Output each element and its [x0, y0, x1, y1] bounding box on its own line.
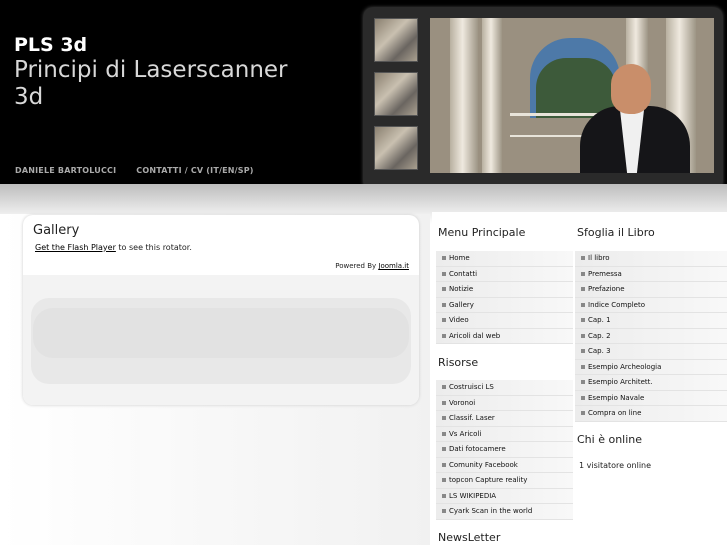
menu-item[interactable]: Classif. Laser: [436, 411, 573, 427]
menu-item[interactable]: Video: [436, 313, 573, 329]
bullet-icon: [442, 400, 446, 405]
menu-item[interactable]: Aricoli dal web: [436, 328, 573, 344]
menu-principale-list: Home Contatti Notizie Gallery Video Aric…: [436, 251, 573, 344]
newsletter-title: NewsLetter: [438, 531, 501, 544]
gallery-module: Gallery Get the Flash Player to see this…: [23, 215, 419, 405]
bullet-icon: [581, 411, 585, 416]
menu-item[interactable]: Indice Completo: [575, 297, 727, 313]
banner-thumbnail[interactable]: [374, 126, 418, 170]
menu-item[interactable]: Cap. 1: [575, 313, 727, 329]
banner-photo: [430, 18, 714, 173]
bullet-icon: [581, 333, 585, 338]
bullet-icon: [442, 318, 446, 323]
menu-item[interactable]: Esempio Navale: [575, 390, 727, 406]
flash-notice: Get the Flash Player to see this rotator…: [35, 243, 192, 252]
bullet-icon: [442, 462, 446, 467]
menu-item[interactable]: Esempio Architett.: [575, 375, 727, 391]
bullet-icon: [581, 302, 585, 307]
bullet-icon: [581, 395, 585, 400]
site-subtitle: Principi di Laserscanner 3d: [14, 57, 288, 110]
banner-thumbnail[interactable]: [374, 18, 418, 62]
menu-item[interactable]: Gallery: [436, 297, 573, 313]
powered-by-text: Powered By: [335, 262, 379, 270]
top-nav: DANIELE BARTOLUCCI CONTATTI / CV (IT/EN/…: [15, 166, 254, 175]
menu-item[interactable]: Comunity Facebook: [436, 457, 573, 473]
menu-item[interactable]: Cyark Scan in the world: [436, 504, 573, 520]
bullet-icon: [581, 349, 585, 354]
bullet-icon: [442, 385, 446, 390]
bullet-icon: [581, 271, 585, 276]
bullet-icon: [442, 256, 446, 261]
sfoglia-title: Sfoglia il Libro: [577, 226, 655, 239]
bullet-icon: [442, 271, 446, 276]
bullet-icon: [442, 431, 446, 436]
online-title: Chi è online: [577, 433, 643, 446]
sfoglia-list: Il libro Premessa Prefazione Indice Comp…: [575, 251, 727, 422]
menu-item[interactable]: topcon Capture reality: [436, 473, 573, 489]
bullet-icon: [442, 302, 446, 307]
menu-item[interactable]: Prefazione: [575, 282, 727, 298]
risorse-title: Risorse: [438, 356, 479, 369]
menu-item[interactable]: Il libro: [575, 251, 727, 267]
banner-thumbnail[interactable]: [374, 72, 418, 116]
bullet-icon: [442, 333, 446, 338]
bullet-icon: [442, 478, 446, 483]
menu-item[interactable]: Dati fotocamere: [436, 442, 573, 458]
menu-item[interactable]: Voronoi: [436, 395, 573, 411]
menu-item[interactable]: Notizie: [436, 282, 573, 298]
menu-item[interactable]: Vs Aricoli: [436, 426, 573, 442]
bullet-icon: [442, 447, 446, 452]
bullet-icon: [442, 416, 446, 421]
flash-notice-text: to see this rotator.: [115, 243, 192, 252]
bullet-icon: [581, 287, 585, 292]
bullet-icon: [581, 364, 585, 369]
get-flash-player-link[interactable]: Get the Flash Player: [35, 243, 116, 252]
nav-link-daniele-bartolucci[interactable]: DANIELE BARTOLUCCI: [15, 166, 116, 175]
menu-item[interactable]: Home: [436, 251, 573, 267]
gallery-title: Gallery: [33, 223, 80, 238]
bullet-icon: [581, 318, 585, 323]
nav-link-contatti[interactable]: CONTATTI / CV (IT/EN/SP): [136, 166, 253, 175]
menu-item[interactable]: Cap. 3: [575, 344, 727, 360]
menu-item[interactable]: Premessa: [575, 266, 727, 282]
online-count: 1 visitatore online: [579, 461, 652, 470]
menu-item[interactable]: Costruisci LS: [436, 380, 573, 396]
bullet-icon: [581, 380, 585, 385]
header: PLS 3d Principi di Laserscanner 3d DANIE…: [0, 0, 727, 190]
bullet-icon: [442, 493, 446, 498]
menu-principale-title: Menu Principale: [438, 226, 526, 239]
powered-by: Powered By Joomla.it: [335, 262, 409, 270]
bullet-icon: [442, 509, 446, 514]
site-title: PLS 3d: [14, 34, 88, 56]
menu-item[interactable]: Cap. 2: [575, 328, 727, 344]
gallery-rotator-placeholder: [23, 275, 419, 405]
bullet-icon: [581, 256, 585, 261]
menu-item[interactable]: Compra on line: [575, 406, 727, 422]
menu-item[interactable]: Esempio Archeologia: [575, 359, 727, 375]
menu-item[interactable]: LS WIKIPEDIA: [436, 488, 573, 504]
joomla-link[interactable]: Joomla.it: [378, 262, 409, 270]
risorse-list: Costruisci LS Voronoi Classif. Laser Vs …: [436, 380, 573, 520]
bullet-icon: [442, 287, 446, 292]
menu-item[interactable]: Contatti: [436, 266, 573, 282]
banner-slideshow: [364, 8, 722, 190]
